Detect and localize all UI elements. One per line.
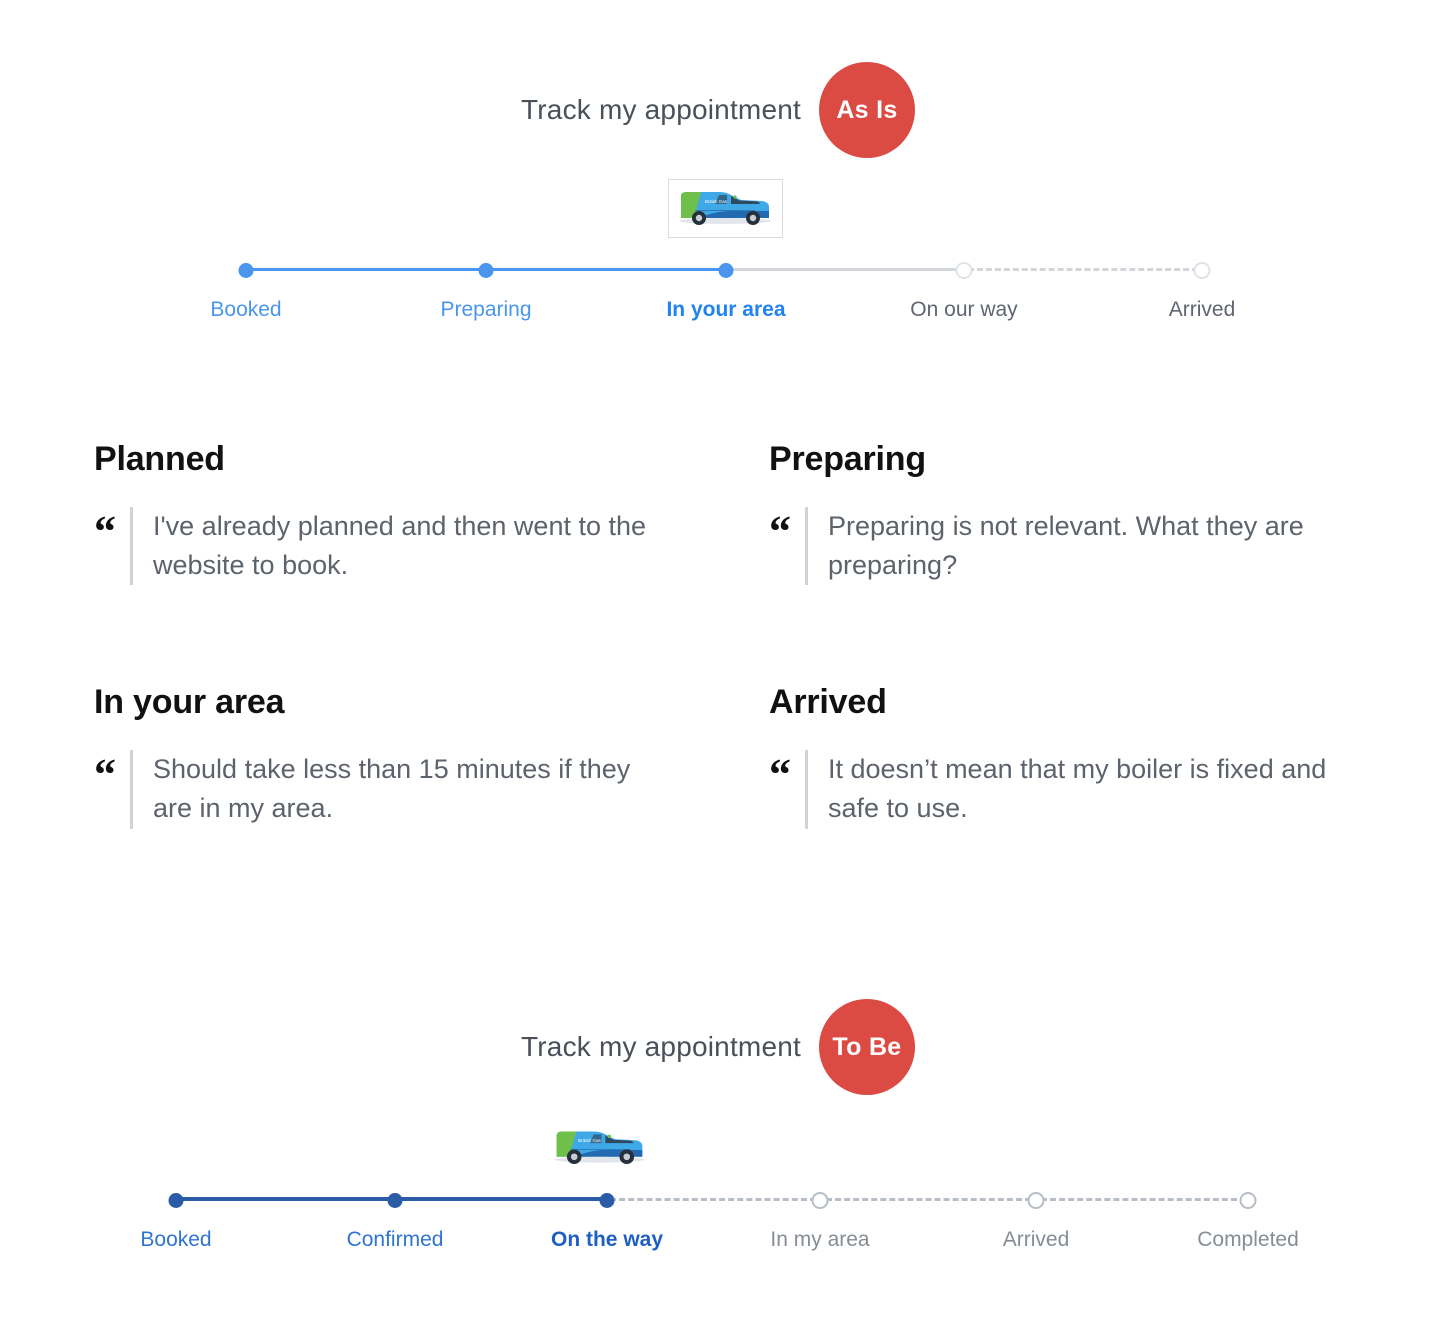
to-be-header: Track my appointment To Be — [0, 999, 1436, 1095]
to-be-van-image: British Gas — [545, 1112, 655, 1184]
step-label-in-my-area: In my area — [770, 1228, 870, 1251]
step-label-on-our-way: On our way — [910, 298, 1018, 321]
quote-block: “ I've already planned and then went to … — [94, 507, 769, 586]
feedback-card-preparing: Preparing “ Preparing is not relevant. W… — [769, 440, 1374, 586]
node-in-your-area[interactable] — [718, 263, 734, 278]
to-be-step-labels: Booked Confirmed On the way In my area A… — [130, 1228, 1310, 1268]
segment-booked-preparing — [246, 268, 486, 271]
node-in-my-area[interactable] — [811, 1192, 829, 1209]
feedback-card-grid: Planned “ I've already planned and then … — [94, 440, 1374, 829]
step-label-booked: Booked — [140, 1228, 212, 1251]
quote-mark-icon: “ — [769, 750, 791, 800]
quote-divider-bar — [130, 750, 133, 829]
quote-divider-bar — [805, 750, 808, 829]
node-on-the-way[interactable] — [599, 1193, 615, 1208]
to-be-badge: To Be — [818, 999, 915, 1095]
step-label-in-your-area: In your area — [666, 298, 786, 321]
step-label-confirmed: Confirmed — [346, 1228, 444, 1251]
quote-text: I've already planned and then went to th… — [153, 511, 647, 581]
quote-mark-icon: “ — [94, 750, 116, 800]
svg-text:British Gas: British Gas — [578, 1138, 601, 1143]
service-van-icon: British Gas — [669, 180, 782, 237]
segment-inmyarea-arrived — [826, 1198, 1031, 1201]
service-van-icon: British Gas — [554, 1131, 645, 1165]
van-image-plain: British Gas — [545, 1112, 655, 1184]
quote-block: “ Preparing is not relevant. What they a… — [769, 507, 1374, 586]
as-is-step-labels: Booked Preparing In your area On our way… — [200, 298, 1240, 338]
segment-ontheway-inmyarea — [610, 1198, 816, 1201]
feedback-card-in-your-area: In your area “ Should take less than 15 … — [94, 683, 769, 829]
node-booked[interactable] — [168, 1193, 184, 1208]
quote-block: “ Should take less than 15 minutes if th… — [94, 750, 769, 829]
as-is-track-line — [200, 256, 1240, 282]
van-image-frame: British Gas — [668, 179, 783, 238]
as-is-title: Track my appointment — [521, 94, 801, 125]
feedback-card-planned: Planned “ I've already planned and then … — [94, 440, 769, 586]
segment-booked-confirmed — [176, 1197, 348, 1201]
step-label-arrived: Arrived — [1002, 1228, 1070, 1251]
step-label-preparing: Preparing — [440, 298, 532, 321]
segment-preparing-inyourarea — [486, 268, 726, 271]
card-heading: Preparing — [769, 440, 926, 478]
quote-text: Should take less than 15 minutes if they… — [153, 754, 631, 824]
to-be-track-line — [130, 1186, 1310, 1212]
step-label-on-the-way: On the way — [550, 1228, 664, 1251]
as-is-van-image: British Gas — [668, 179, 783, 238]
quote-mark-icon: “ — [94, 507, 116, 556]
step-label-booked: Booked — [210, 298, 282, 321]
quote-block: “ It doesn’t mean that my boiler is fixe… — [769, 750, 1374, 829]
to-be-title: Track my appointment — [521, 1031, 801, 1062]
quote-text: It doesn’t mean that my boiler is fixed … — [828, 754, 1327, 824]
quote-text: Preparing is not relevant. What they are… — [828, 511, 1304, 581]
node-completed[interactable] — [1239, 1192, 1257, 1209]
as-is-badge: As Is — [818, 62, 915, 158]
node-booked[interactable] — [238, 263, 254, 278]
segment-onourway-arrived — [968, 268, 1198, 271]
node-confirmed[interactable] — [387, 1193, 403, 1208]
as-is-progress-tracker: Booked Preparing In your area On our way… — [200, 256, 1240, 338]
step-label-completed: Completed — [1197, 1228, 1299, 1251]
step-label-arrived: Arrived — [1168, 298, 1236, 321]
quote-divider-bar — [130, 507, 133, 586]
svg-text:British Gas: British Gas — [705, 199, 728, 204]
card-heading: Planned — [94, 440, 225, 478]
node-arrived[interactable] — [1027, 1192, 1045, 1209]
node-on-our-way[interactable] — [955, 262, 973, 279]
card-heading: Arrived — [769, 683, 887, 722]
to-be-progress-tracker: Booked Confirmed On the way In my area A… — [130, 1186, 1310, 1268]
as-is-header: Track my appointment As Is — [0, 62, 1436, 158]
card-heading: In your area — [94, 683, 285, 722]
segment-arrived-completed — [1041, 1198, 1246, 1201]
node-arrived[interactable] — [1193, 262, 1211, 279]
segment-inyourarea-onourway — [726, 268, 962, 271]
node-preparing[interactable] — [478, 263, 494, 278]
quote-divider-bar — [805, 507, 808, 586]
feedback-card-arrived: Arrived “ It doesn’t mean that my boiler… — [769, 683, 1374, 829]
quote-mark-icon: “ — [769, 507, 791, 556]
